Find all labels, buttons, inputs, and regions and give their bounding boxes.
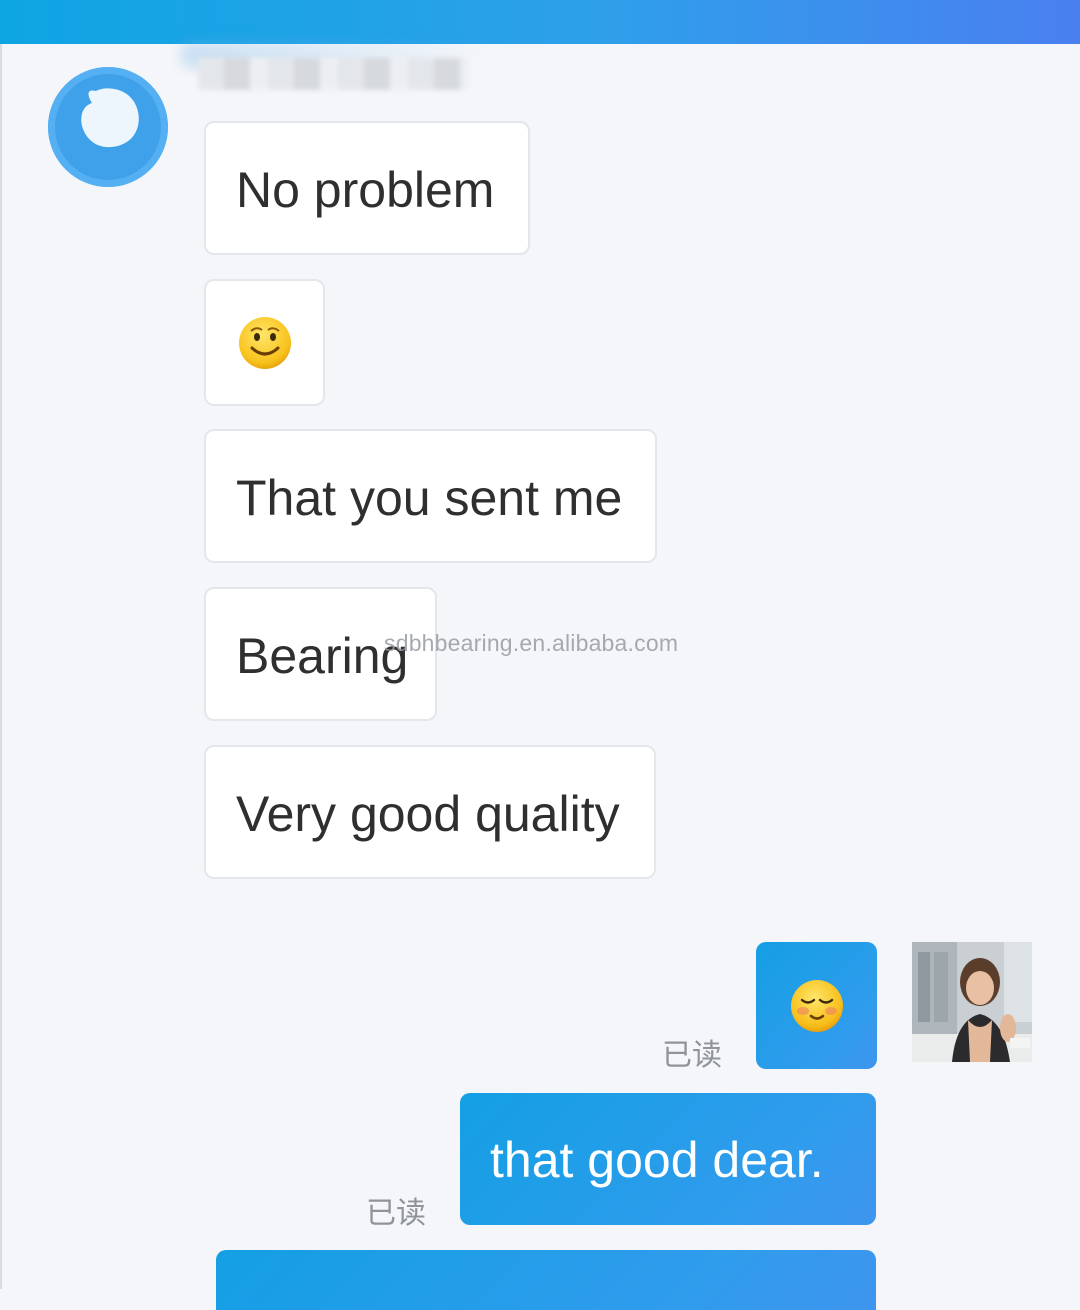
top-app-bar bbox=[0, 0, 1080, 44]
incoming-emoji-message[interactable] bbox=[204, 279, 325, 406]
relieved-face-icon bbox=[790, 979, 843, 1032]
chat-bubble-icon bbox=[48, 67, 168, 187]
watermark-text: sdbhbearing.en.alibaba.com bbox=[384, 630, 679, 656]
incoming-message[interactable]: Very good quality bbox=[204, 745, 656, 879]
message-text: Bearing bbox=[236, 628, 409, 684]
message-text: that good dear. bbox=[490, 1132, 824, 1188]
message-text: No problem bbox=[236, 162, 495, 218]
user-avatar[interactable] bbox=[912, 942, 1032, 1062]
read-status: 已读 bbox=[662, 1038, 722, 1073]
sender-name-blurred bbox=[198, 58, 468, 90]
message-text: That you sent me bbox=[236, 470, 623, 526]
smiling-face-icon bbox=[238, 316, 291, 369]
outgoing-message[interactable]: that good dear. bbox=[460, 1093, 876, 1225]
user-photo bbox=[912, 942, 1032, 1062]
incoming-message[interactable]: That you sent me bbox=[204, 429, 657, 563]
incoming-message[interactable]: No problem bbox=[204, 121, 530, 255]
outgoing-message-partial[interactable] bbox=[216, 1250, 876, 1310]
message-text: Very good quality bbox=[236, 786, 620, 842]
read-status: 已读 bbox=[366, 1196, 426, 1231]
panel-edge bbox=[0, 44, 2, 1289]
outgoing-emoji-message[interactable] bbox=[756, 942, 877, 1069]
contact-avatar[interactable] bbox=[48, 67, 168, 187]
